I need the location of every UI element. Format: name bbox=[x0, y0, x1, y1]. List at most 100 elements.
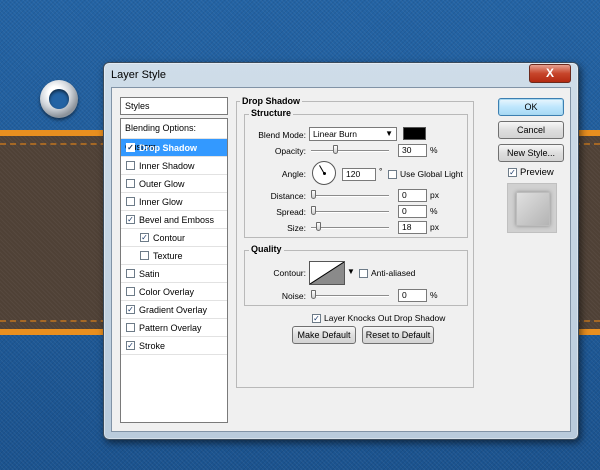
style-item-checkbox[interactable] bbox=[126, 305, 135, 314]
spread-input[interactable]: 0 bbox=[398, 205, 427, 218]
close-button[interactable]: X bbox=[529, 64, 571, 83]
opacity-slider-thumb[interactable] bbox=[332, 145, 338, 154]
anti-aliased-toggle[interactable]: Anti-aliased bbox=[359, 268, 415, 278]
opacity-input[interactable]: 30 bbox=[398, 144, 427, 157]
style-item-checkbox[interactable] bbox=[126, 287, 135, 296]
noise-input[interactable]: 0 bbox=[398, 289, 427, 302]
style-item-bevel-and-emboss[interactable]: Bevel and Emboss bbox=[121, 211, 227, 229]
style-item-label: Color Overlay bbox=[139, 286, 195, 297]
angle-input[interactable]: 120 bbox=[342, 168, 376, 181]
chevron-down-icon[interactable]: ▼ bbox=[347, 267, 355, 276]
noise-unit: % bbox=[430, 290, 438, 300]
preview-swatch bbox=[516, 192, 550, 226]
style-item-checkbox[interactable] bbox=[126, 143, 135, 152]
distance-slider-thumb[interactable] bbox=[311, 190, 316, 199]
cancel-button[interactable]: Cancel bbox=[498, 121, 564, 139]
angle-unit: ° bbox=[379, 166, 383, 176]
drop-shadow-title: Drop Shadow bbox=[240, 96, 302, 106]
style-item-texture[interactable]: Texture bbox=[121, 247, 227, 265]
size-input[interactable]: 18 bbox=[398, 221, 427, 234]
distance-input[interactable]: 0 bbox=[398, 189, 427, 202]
style-item-label: Pattern Overlay bbox=[139, 322, 202, 333]
distance-label: Distance: bbox=[270, 191, 306, 201]
angle-label: Angle: bbox=[281, 169, 306, 179]
size-slider-thumb[interactable] bbox=[316, 222, 322, 231]
ok-button[interactable]: OK bbox=[498, 98, 564, 116]
style-item-checkbox[interactable] bbox=[126, 179, 135, 188]
reset-to-default-button[interactable]: Reset to Default bbox=[362, 326, 434, 344]
window-title: Layer Style bbox=[111, 69, 167, 81]
style-item-checkbox[interactable] bbox=[126, 269, 135, 278]
style-item-contour[interactable]: Contour bbox=[121, 229, 227, 247]
angle-center bbox=[323, 172, 326, 175]
style-item-checkbox[interactable] bbox=[140, 233, 149, 242]
spread-slider-thumb[interactable] bbox=[311, 206, 316, 215]
knocks-out-checkbox[interactable] bbox=[312, 313, 321, 323]
make-default-button[interactable]: Make Default bbox=[292, 326, 356, 344]
style-item-pattern-overlay[interactable]: Pattern Overlay bbox=[121, 319, 227, 337]
style-item-label: Inner Glow bbox=[139, 196, 183, 207]
shadow-color-swatch[interactable] bbox=[403, 127, 426, 140]
style-item-label: Satin bbox=[139, 268, 160, 279]
blending-options-item[interactable]: Blending Options: Custom bbox=[121, 119, 227, 152]
blend-mode-select[interactable]: Linear Burn ▼ bbox=[309, 127, 397, 141]
preview-label: Preview bbox=[520, 167, 554, 178]
size-unit: px bbox=[430, 222, 439, 232]
angle-dial[interactable] bbox=[312, 161, 336, 185]
chevron-down-icon: ▼ bbox=[385, 129, 393, 138]
anti-aliased-checkbox[interactable] bbox=[359, 268, 368, 278]
use-global-light-checkbox[interactable] bbox=[388, 169, 397, 179]
rivet-icon bbox=[40, 80, 78, 118]
opacity-unit: % bbox=[430, 145, 438, 155]
spread-unit: % bbox=[430, 206, 438, 216]
style-item-checkbox[interactable] bbox=[126, 215, 135, 224]
style-item-label: Drop Shadow bbox=[139, 142, 197, 153]
spread-label: Spread: bbox=[276, 207, 306, 217]
style-item-label: Stroke bbox=[139, 340, 166, 351]
dialog-content: Styles Blending Options: Custom Drop Sha… bbox=[111, 87, 571, 432]
quality-title: Quality bbox=[249, 244, 284, 254]
style-item-outer-glow[interactable]: Outer Glow bbox=[121, 175, 227, 193]
style-item-checkbox[interactable] bbox=[126, 161, 135, 170]
style-item-checkbox[interactable] bbox=[126, 341, 135, 350]
preview-checkbox[interactable] bbox=[508, 168, 517, 177]
styles-list: Blending Options: Custom Drop Shadow Inne… bbox=[120, 118, 228, 423]
contour-label: Contour: bbox=[273, 268, 306, 278]
opacity-label: Opacity: bbox=[274, 146, 306, 156]
style-item-label: Gradient Overlay bbox=[139, 304, 208, 315]
style-item-label: Inner Shadow bbox=[139, 160, 195, 171]
blend-mode-value: Linear Burn bbox=[313, 129, 357, 139]
style-item-checkbox[interactable] bbox=[126, 323, 135, 332]
title-bar[interactable]: Layer Style X bbox=[104, 63, 578, 87]
style-item-label: Bevel and Emboss bbox=[139, 214, 215, 225]
distance-slider-track[interactable] bbox=[311, 195, 389, 197]
use-global-light-toggle[interactable]: Use Global Light bbox=[388, 169, 463, 179]
size-slider-track[interactable] bbox=[311, 227, 389, 229]
structure-title: Structure bbox=[249, 108, 294, 118]
style-item-label: Outer Glow bbox=[139, 178, 185, 189]
style-item-checkbox[interactable] bbox=[126, 197, 135, 206]
new-style-button[interactable]: New Style... bbox=[498, 144, 564, 162]
use-global-light-label: Use Global Light bbox=[400, 169, 463, 179]
style-item-satin[interactable]: Satin bbox=[121, 265, 227, 283]
contour-curve-icon bbox=[309, 261, 345, 285]
style-item-color-overlay[interactable]: Color Overlay bbox=[121, 283, 227, 301]
noise-slider-track[interactable] bbox=[311, 295, 389, 297]
style-item-gradient-overlay[interactable]: Gradient Overlay bbox=[121, 301, 227, 319]
noise-slider-thumb[interactable] bbox=[311, 290, 316, 299]
style-preview bbox=[507, 183, 557, 233]
style-item-checkbox[interactable] bbox=[140, 251, 149, 260]
spread-slider-track[interactable] bbox=[311, 211, 389, 213]
style-item-label: Contour bbox=[153, 232, 186, 243]
style-item-stroke[interactable]: Stroke bbox=[121, 337, 227, 355]
style-item-inner-shadow[interactable]: Inner Shadow bbox=[121, 157, 227, 175]
preview-toggle[interactable]: Preview bbox=[508, 167, 554, 178]
size-label: Size: bbox=[287, 223, 306, 233]
styles-header[interactable]: Styles bbox=[120, 97, 228, 115]
knocks-out-toggle[interactable]: Layer Knocks Out Drop Shadow bbox=[312, 313, 445, 323]
distance-unit: px bbox=[430, 190, 439, 200]
opacity-slider-track[interactable] bbox=[311, 150, 389, 152]
contour-picker[interactable] bbox=[309, 261, 345, 285]
style-item-inner-glow[interactable]: Inner Glow bbox=[121, 193, 227, 211]
anti-aliased-label: Anti-aliased bbox=[371, 268, 416, 278]
